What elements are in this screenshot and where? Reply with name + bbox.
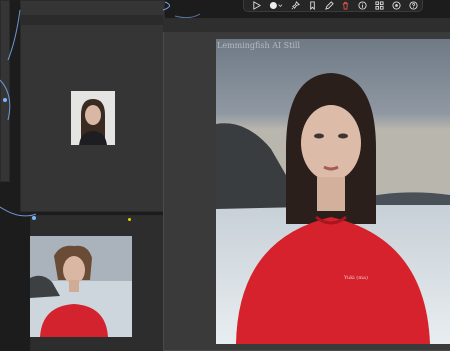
info-button[interactable] [354, 0, 371, 11]
help-icon [409, 1, 418, 10]
shirt-logo-text: Yuki (ma) [344, 275, 368, 281]
apps-icon [375, 1, 384, 10]
preview-image-area [216, 39, 450, 344]
edit-button[interactable] [321, 0, 338, 11]
accent-dot[interactable] [128, 218, 131, 221]
trash-icon [343, 1, 349, 10]
link-dot[interactable] [32, 216, 36, 220]
pencil-icon [324, 1, 334, 10]
pin-icon [291, 1, 300, 10]
node-preview-titlebar[interactable] [163, 18, 450, 32]
watermark-text: Lemmingfish AI Still [217, 41, 301, 50]
run-button[interactable] [248, 0, 265, 11]
play-icon [253, 1, 261, 10]
apps-button[interactable] [371, 0, 388, 11]
color-dropdown[interactable] [265, 0, 287, 11]
bookmark-icon [309, 1, 315, 10]
info-icon [358, 1, 367, 10]
circle-dropdown-icon [269, 2, 283, 9]
delete-button[interactable] [338, 0, 355, 11]
settings-circle-icon [392, 1, 401, 10]
pin-button[interactable] [287, 0, 304, 11]
bookmark-button[interactable] [304, 0, 321, 11]
link-dot[interactable] [3, 98, 7, 102]
help-button[interactable] [405, 0, 422, 11]
settings-button[interactable] [388, 0, 405, 11]
selection-toolbar [243, 0, 423, 12]
